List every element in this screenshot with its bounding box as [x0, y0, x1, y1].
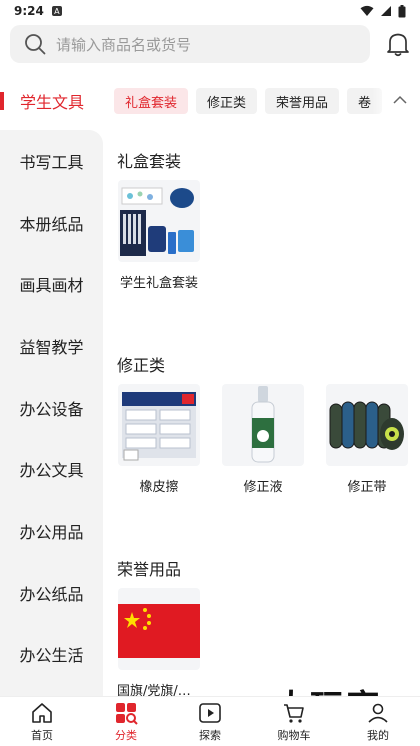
status-time: 9:24: [14, 4, 44, 18]
sidebar-item-office-equipment[interactable]: 办公设备: [0, 377, 103, 439]
product-name: 橡皮擦: [139, 480, 179, 495]
product-correction-tape[interactable]: 修正带: [325, 384, 409, 495]
sidebar-item-office-paper[interactable]: 办公纸品: [0, 562, 103, 624]
bottom-navigation: 首页 分类 探索 购物车 我的: [0, 696, 420, 746]
nav-cart[interactable]: 购物车: [252, 697, 336, 746]
product-name: 国旗/党旗/红...: [117, 684, 201, 696]
product-image-correction-tape: [326, 384, 408, 466]
sidebar-item-office-stationery[interactable]: 办公文具: [0, 438, 103, 500]
active-category-indicator: [0, 92, 4, 110]
product-name: 学生礼盒套装: [119, 276, 198, 291]
chip-gift-set[interactable]: 礼盒套装: [114, 88, 189, 114]
sidebar-item-writing-tools[interactable]: 书写工具: [0, 130, 103, 192]
sidebar-item-notebooks[interactable]: 本册纸品: [0, 192, 103, 254]
sidebar-item-office-life[interactable]: 办公生活: [0, 624, 103, 686]
category-tab-row: 学生文具 礼盒套装 修正类 荣誉用品 卷: [0, 82, 420, 120]
category-icon: [116, 702, 138, 725]
notification-badge: A: [51, 6, 62, 16]
status-icons: [360, 4, 406, 18]
home-icon: [32, 702, 52, 723]
product-correction-fluid[interactable]: 修正液: [221, 384, 305, 495]
profile-icon: [368, 703, 388, 723]
nav-explore[interactable]: 探索: [168, 697, 252, 746]
signal-icon: [381, 6, 391, 16]
search-placeholder: 请输入商品名或货号: [56, 35, 192, 54]
explore-icon: [199, 702, 221, 723]
product-name: 修正带: [347, 480, 387, 495]
section-title-correction: 修正类: [117, 356, 166, 375]
sidebar-item-office-supplies[interactable]: 办公用品: [0, 500, 103, 562]
nav-profile[interactable]: 我的: [336, 697, 420, 746]
nav-profile-label: 我的: [367, 728, 389, 742]
wifi-icon: [360, 5, 374, 16]
product-name: 修正液: [243, 480, 283, 495]
chip-honor[interactable]: 荣誉用品: [265, 88, 340, 114]
product-image-flag: [118, 588, 200, 670]
chip-fade: [372, 82, 392, 120]
nav-category[interactable]: 分类: [84, 697, 168, 746]
sidebar-item-educational[interactable]: 益智教学: [0, 315, 103, 377]
product-national-flag[interactable]: 国旗/党旗/红...: [117, 588, 201, 696]
chevron-up-icon[interactable]: [392, 92, 408, 108]
product-image-correction-fluid: [222, 384, 304, 466]
nav-cart-label: 购物车: [277, 728, 311, 742]
product-content: 礼盒套装 学生礼盒套装 修正类 橡皮擦 修正液 修正带 荣誉用品 国旗/党旗/红…: [103, 130, 420, 696]
nav-category-label: 分类: [115, 728, 137, 742]
bell-icon: [387, 33, 409, 57]
nav-home[interactable]: 首页: [0, 697, 84, 746]
product-image-eraser: [118, 384, 200, 466]
search-icon: [25, 34, 46, 55]
sidebar-item-art-supplies[interactable]: 画具画材: [0, 253, 103, 315]
product-eraser[interactable]: 橡皮擦: [117, 384, 201, 495]
category-sidebar: 书写工具 本册纸品 画具画材 益智教学 办公设备 办公文具 办公用品 办公纸品 …: [0, 130, 103, 696]
battery-icon: [398, 4, 406, 17]
nav-explore-label: 探索: [199, 728, 221, 742]
search-input[interactable]: 请输入商品名或货号: [10, 25, 370, 63]
nav-home-label: 首页: [31, 728, 53, 742]
notification-button[interactable]: [386, 29, 410, 59]
section-title-honor: 荣誉用品: [117, 560, 182, 579]
search-row: 请输入商品名或货号: [0, 22, 420, 66]
cart-icon: [284, 703, 304, 723]
subcategory-chips: 礼盒套装 修正类 荣誉用品 卷: [114, 88, 384, 114]
product-image-gift-set: [118, 180, 200, 262]
status-bar: 9:24 A: [0, 0, 420, 22]
chip-correction[interactable]: 修正类: [196, 88, 258, 114]
product-gift-set[interactable]: 学生礼盒套装: [117, 180, 201, 291]
active-category[interactable]: 学生文具: [20, 89, 114, 113]
section-title-gift-set: 礼盒套装: [117, 152, 182, 171]
